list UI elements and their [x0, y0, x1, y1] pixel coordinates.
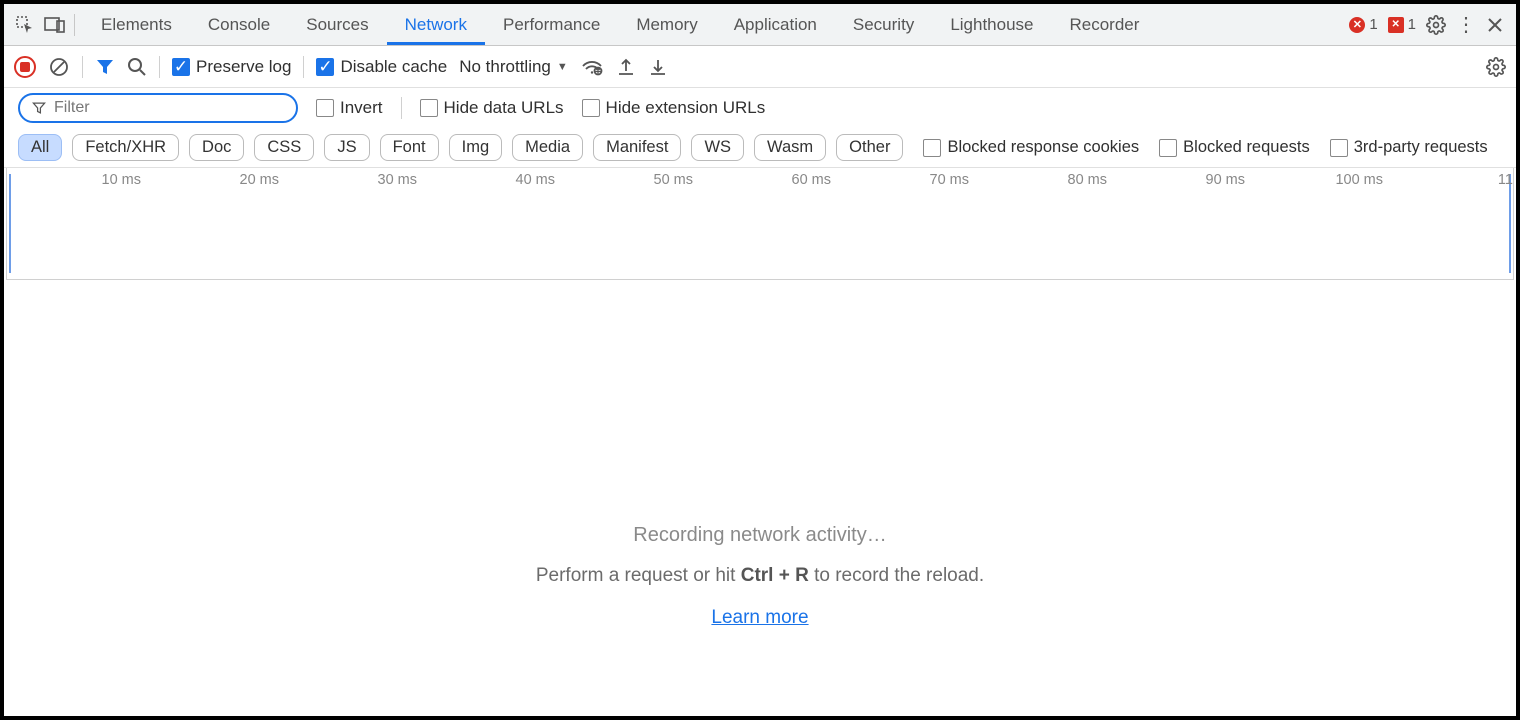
- preserve-log-checkbox[interactable]: ✓ Preserve log: [172, 57, 291, 77]
- empty-title: Recording network activity…: [4, 524, 1516, 547]
- tick-label: 20 ms: [240, 172, 280, 188]
- dropdown-icon: ▼: [557, 61, 568, 73]
- type-fetch-xhr[interactable]: Fetch/XHR: [72, 134, 179, 161]
- divider: [82, 56, 83, 78]
- checkbox-icon: [316, 99, 334, 117]
- type-wasm[interactable]: Wasm: [754, 134, 826, 161]
- checkbox-icon: [923, 139, 941, 157]
- network-conditions-icon[interactable]: [580, 57, 604, 77]
- error-icon: ✕: [1349, 17, 1365, 33]
- tab-console[interactable]: Console: [190, 4, 288, 45]
- tick-label: 70 ms: [930, 172, 970, 188]
- timeline-handle-left[interactable]: [9, 174, 11, 273]
- checkbox-icon: [1330, 139, 1348, 157]
- tick-label: 110: [1498, 172, 1514, 188]
- issues-count: 1: [1408, 16, 1416, 33]
- timeline-overview[interactable]: 10 ms 20 ms 30 ms 40 ms 50 ms 60 ms 70 m…: [6, 168, 1514, 280]
- tab-network[interactable]: Network: [387, 4, 485, 45]
- checkbox-checked-icon: ✓: [172, 58, 190, 76]
- network-settings-icon[interactable]: [1486, 57, 1506, 77]
- divider: [74, 14, 75, 36]
- empty-subtitle: Perform a request or hit Ctrl + R to rec…: [4, 565, 1516, 587]
- third-party-label: 3rd-party requests: [1354, 138, 1488, 157]
- more-menu-icon[interactable]: ⋮: [1456, 12, 1476, 37]
- errors-badge[interactable]: ✕ 1: [1349, 16, 1377, 33]
- timeline-handle-right[interactable]: [1509, 174, 1511, 273]
- invert-checkbox[interactable]: Invert: [316, 98, 383, 118]
- type-js[interactable]: JS: [324, 134, 369, 161]
- type-manifest[interactable]: Manifest: [593, 134, 681, 161]
- type-media[interactable]: Media: [512, 134, 583, 161]
- hide-ext-label: Hide extension URLs: [606, 98, 766, 118]
- divider: [303, 56, 304, 78]
- blocked-req-label: Blocked requests: [1183, 138, 1310, 157]
- type-other[interactable]: Other: [836, 134, 903, 161]
- hide-data-label: Hide data URLs: [444, 98, 564, 118]
- clear-button[interactable]: [48, 56, 70, 78]
- tick-label: 30 ms: [378, 172, 418, 188]
- divider: [401, 97, 402, 119]
- network-toolbar: ✓ Preserve log ✓ Disable cache No thrott…: [4, 46, 1516, 88]
- third-party-checkbox[interactable]: 3rd-party requests: [1330, 138, 1488, 157]
- invert-label: Invert: [340, 98, 383, 118]
- inspect-element-icon[interactable]: [10, 10, 40, 40]
- disable-cache-checkbox[interactable]: ✓ Disable cache: [316, 57, 447, 77]
- close-icon[interactable]: [1486, 16, 1504, 34]
- filter-input[interactable]: [54, 99, 284, 117]
- type-css[interactable]: CSS: [254, 134, 314, 161]
- tab-memory[interactable]: Memory: [618, 4, 715, 45]
- tab-sources[interactable]: Sources: [288, 4, 386, 45]
- throttling-value: No throttling: [459, 57, 551, 77]
- tick-label: 90 ms: [1206, 172, 1246, 188]
- blocked-cookies-checkbox[interactable]: Blocked response cookies: [923, 138, 1139, 157]
- panel-tabs: Elements Console Sources Network Perform…: [83, 4, 1157, 45]
- type-img[interactable]: Img: [449, 134, 503, 161]
- filter-input-wrap[interactable]: [18, 93, 298, 123]
- tab-application[interactable]: Application: [716, 4, 835, 45]
- record-button[interactable]: [14, 56, 36, 78]
- search-icon[interactable]: [127, 57, 147, 77]
- checkbox-icon: [420, 99, 438, 117]
- type-doc[interactable]: Doc: [189, 134, 244, 161]
- device-toolbar-icon[interactable]: [40, 10, 70, 40]
- tab-elements[interactable]: Elements: [83, 4, 190, 45]
- hide-extension-urls-checkbox[interactable]: Hide extension URLs: [582, 98, 766, 118]
- checkbox-checked-icon: ✓: [316, 58, 334, 76]
- resource-type-bar: All Fetch/XHR Doc CSS JS Font Img Media …: [4, 128, 1516, 168]
- checkbox-icon: [1159, 139, 1177, 157]
- filter-toggle-icon[interactable]: [95, 57, 115, 77]
- export-har-icon[interactable]: [648, 57, 668, 77]
- tick-label: 50 ms: [654, 172, 694, 188]
- tick-label: 100 ms: [1335, 172, 1383, 188]
- funnel-icon: [32, 101, 46, 115]
- issues-badge[interactable]: ✕ 1: [1388, 16, 1416, 33]
- hide-data-urls-checkbox[interactable]: Hide data URLs: [420, 98, 564, 118]
- type-font[interactable]: Font: [380, 134, 439, 161]
- filter-bar: Invert Hide data URLs Hide extension URL…: [4, 88, 1516, 128]
- checkbox-icon: [582, 99, 600, 117]
- throttling-select[interactable]: No throttling ▼: [459, 57, 568, 77]
- issue-icon: ✕: [1388, 17, 1404, 33]
- blocked-cookies-label: Blocked response cookies: [947, 138, 1139, 157]
- tab-security[interactable]: Security: [835, 4, 932, 45]
- blocked-requests-checkbox[interactable]: Blocked requests: [1159, 138, 1310, 157]
- learn-more-link[interactable]: Learn more: [711, 607, 808, 628]
- tab-recorder[interactable]: Recorder: [1052, 4, 1158, 45]
- empty-state: Recording network activity… Perform a re…: [4, 524, 1516, 629]
- disable-cache-label: Disable cache: [340, 57, 447, 77]
- tick-label: 10 ms: [102, 172, 142, 188]
- tick-label: 60 ms: [792, 172, 832, 188]
- import-har-icon[interactable]: [616, 57, 636, 77]
- type-ws[interactable]: WS: [691, 134, 744, 161]
- settings-icon[interactable]: [1426, 15, 1446, 35]
- tab-performance[interactable]: Performance: [485, 4, 618, 45]
- type-all[interactable]: All: [18, 134, 62, 161]
- tick-label: 40 ms: [516, 172, 556, 188]
- tick-label: 80 ms: [1068, 172, 1108, 188]
- devtools-tabbar: Elements Console Sources Network Perform…: [4, 4, 1516, 46]
- tab-lighthouse[interactable]: Lighthouse: [932, 4, 1051, 45]
- preserve-log-label: Preserve log: [196, 57, 291, 77]
- divider: [159, 56, 160, 78]
- errors-count: 1: [1369, 16, 1377, 33]
